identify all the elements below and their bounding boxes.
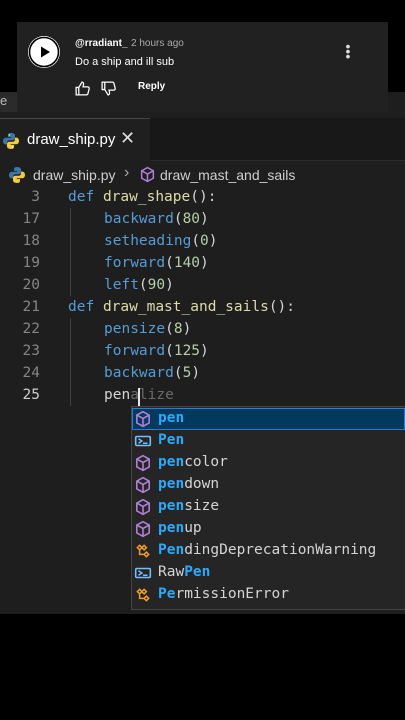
- code-line[interactable]: left(90): [104, 277, 174, 293]
- autocomplete-item[interactable]: Pen: [134, 430, 405, 452]
- tab-label: draw_ship.py: [27, 131, 116, 148]
- play-icon[interactable]: [28, 36, 60, 68]
- line-number: 23: [22, 343, 40, 359]
- comment-age: 2 hours ago: [131, 38, 184, 49]
- code-line[interactable]: forward(125): [104, 343, 209, 359]
- python-icon: [9, 167, 25, 183]
- indent-guide: [70, 318, 71, 406]
- breadcrumb-symbol[interactable]: draw_mast_and_sails: [160, 167, 295, 183]
- autocomplete-item[interactable]: PermissionError: [134, 584, 405, 606]
- class-icon: [136, 588, 150, 602]
- autocomplete-item[interactable]: pen: [134, 408, 405, 430]
- autocomplete-item-label: penup: [158, 520, 202, 536]
- code-line[interactable]: backward(5): [104, 365, 200, 381]
- autocomplete-item[interactable]: pendown: [134, 474, 405, 496]
- autocomplete-item[interactable]: PendingDeprecationWarning: [134, 540, 405, 562]
- sidebar-fragment: e: [0, 92, 18, 112]
- autocomplete-item-label: PermissionError: [158, 586, 289, 602]
- line-number: 24: [22, 365, 40, 381]
- line-number: 21: [22, 299, 40, 315]
- comment-notification: [17, 22, 388, 112]
- autocomplete-item-label: pencolor: [158, 454, 228, 470]
- method-cube-icon: [136, 498, 150, 516]
- thumbs-down-icon[interactable]: [100, 80, 117, 97]
- comment-author[interactable]: @rradiant_: [75, 38, 128, 49]
- more-vertical-icon[interactable]: • • •: [344, 39, 352, 63]
- line-number-current: 25: [22, 387, 40, 403]
- code-line[interactable]: pensize(8): [104, 321, 191, 337]
- breadcrumb-separator: ›: [124, 164, 130, 181]
- line-number: 22: [22, 321, 40, 337]
- line-number: 17: [22, 211, 40, 227]
- keyword: def: [68, 189, 95, 205]
- code-line[interactable]: def draw_shape():: [68, 189, 216, 205]
- line-number: 19: [22, 255, 40, 271]
- code-line[interactable]: setheading(0): [104, 233, 218, 249]
- code-line[interactable]: forward(140): [104, 255, 209, 271]
- code-line[interactable]: backward(80): [104, 211, 209, 227]
- reply-button[interactable]: Reply: [138, 81, 165, 92]
- python-icon: [3, 133, 19, 149]
- autocomplete-item-label: pendown: [158, 476, 220, 492]
- thumbs-up-icon[interactable]: [74, 80, 91, 97]
- autocomplete-item-label: Pen: [158, 432, 185, 448]
- breadcrumb-file[interactable]: draw_ship.py: [33, 167, 116, 183]
- variable-icon: [134, 435, 152, 447]
- function-name: draw_shape: [102, 189, 191, 205]
- method-cube-icon: [136, 520, 150, 538]
- inline-suggestion-ghost: alize: [130, 387, 174, 403]
- code-line[interactable]: def draw_mast_and_sails():: [68, 299, 295, 315]
- method-cube-icon: [136, 476, 150, 494]
- variable-icon: [134, 567, 152, 579]
- text-cursor: [138, 388, 140, 407]
- method-cube-icon: [136, 454, 150, 472]
- comment-text: Do a ship and ill sub: [75, 56, 175, 68]
- method-cube-icon: [140, 166, 155, 183]
- autocomplete-item-label: RawPen: [158, 564, 211, 580]
- line-number: 20: [22, 277, 40, 293]
- close-icon[interactable]: ✕: [120, 128, 135, 149]
- autocomplete-item-label: pen: [158, 410, 185, 426]
- indent-guide: [70, 208, 71, 296]
- autocomplete-item[interactable]: penup: [134, 518, 405, 540]
- class-icon: [136, 544, 150, 558]
- autocomplete-item-label: PendingDeprecationWarning: [158, 542, 377, 558]
- autocomplete-item[interactable]: pencolor: [134, 452, 405, 474]
- method-cube-icon: [136, 410, 150, 428]
- autocomplete-item[interactable]: pensize: [134, 496, 405, 518]
- autocomplete-item-label: pensize: [158, 498, 220, 514]
- line-number: 18: [22, 233, 40, 249]
- line-number: 3: [31, 189, 40, 205]
- autocomplete-item[interactable]: RawPen: [134, 562, 405, 584]
